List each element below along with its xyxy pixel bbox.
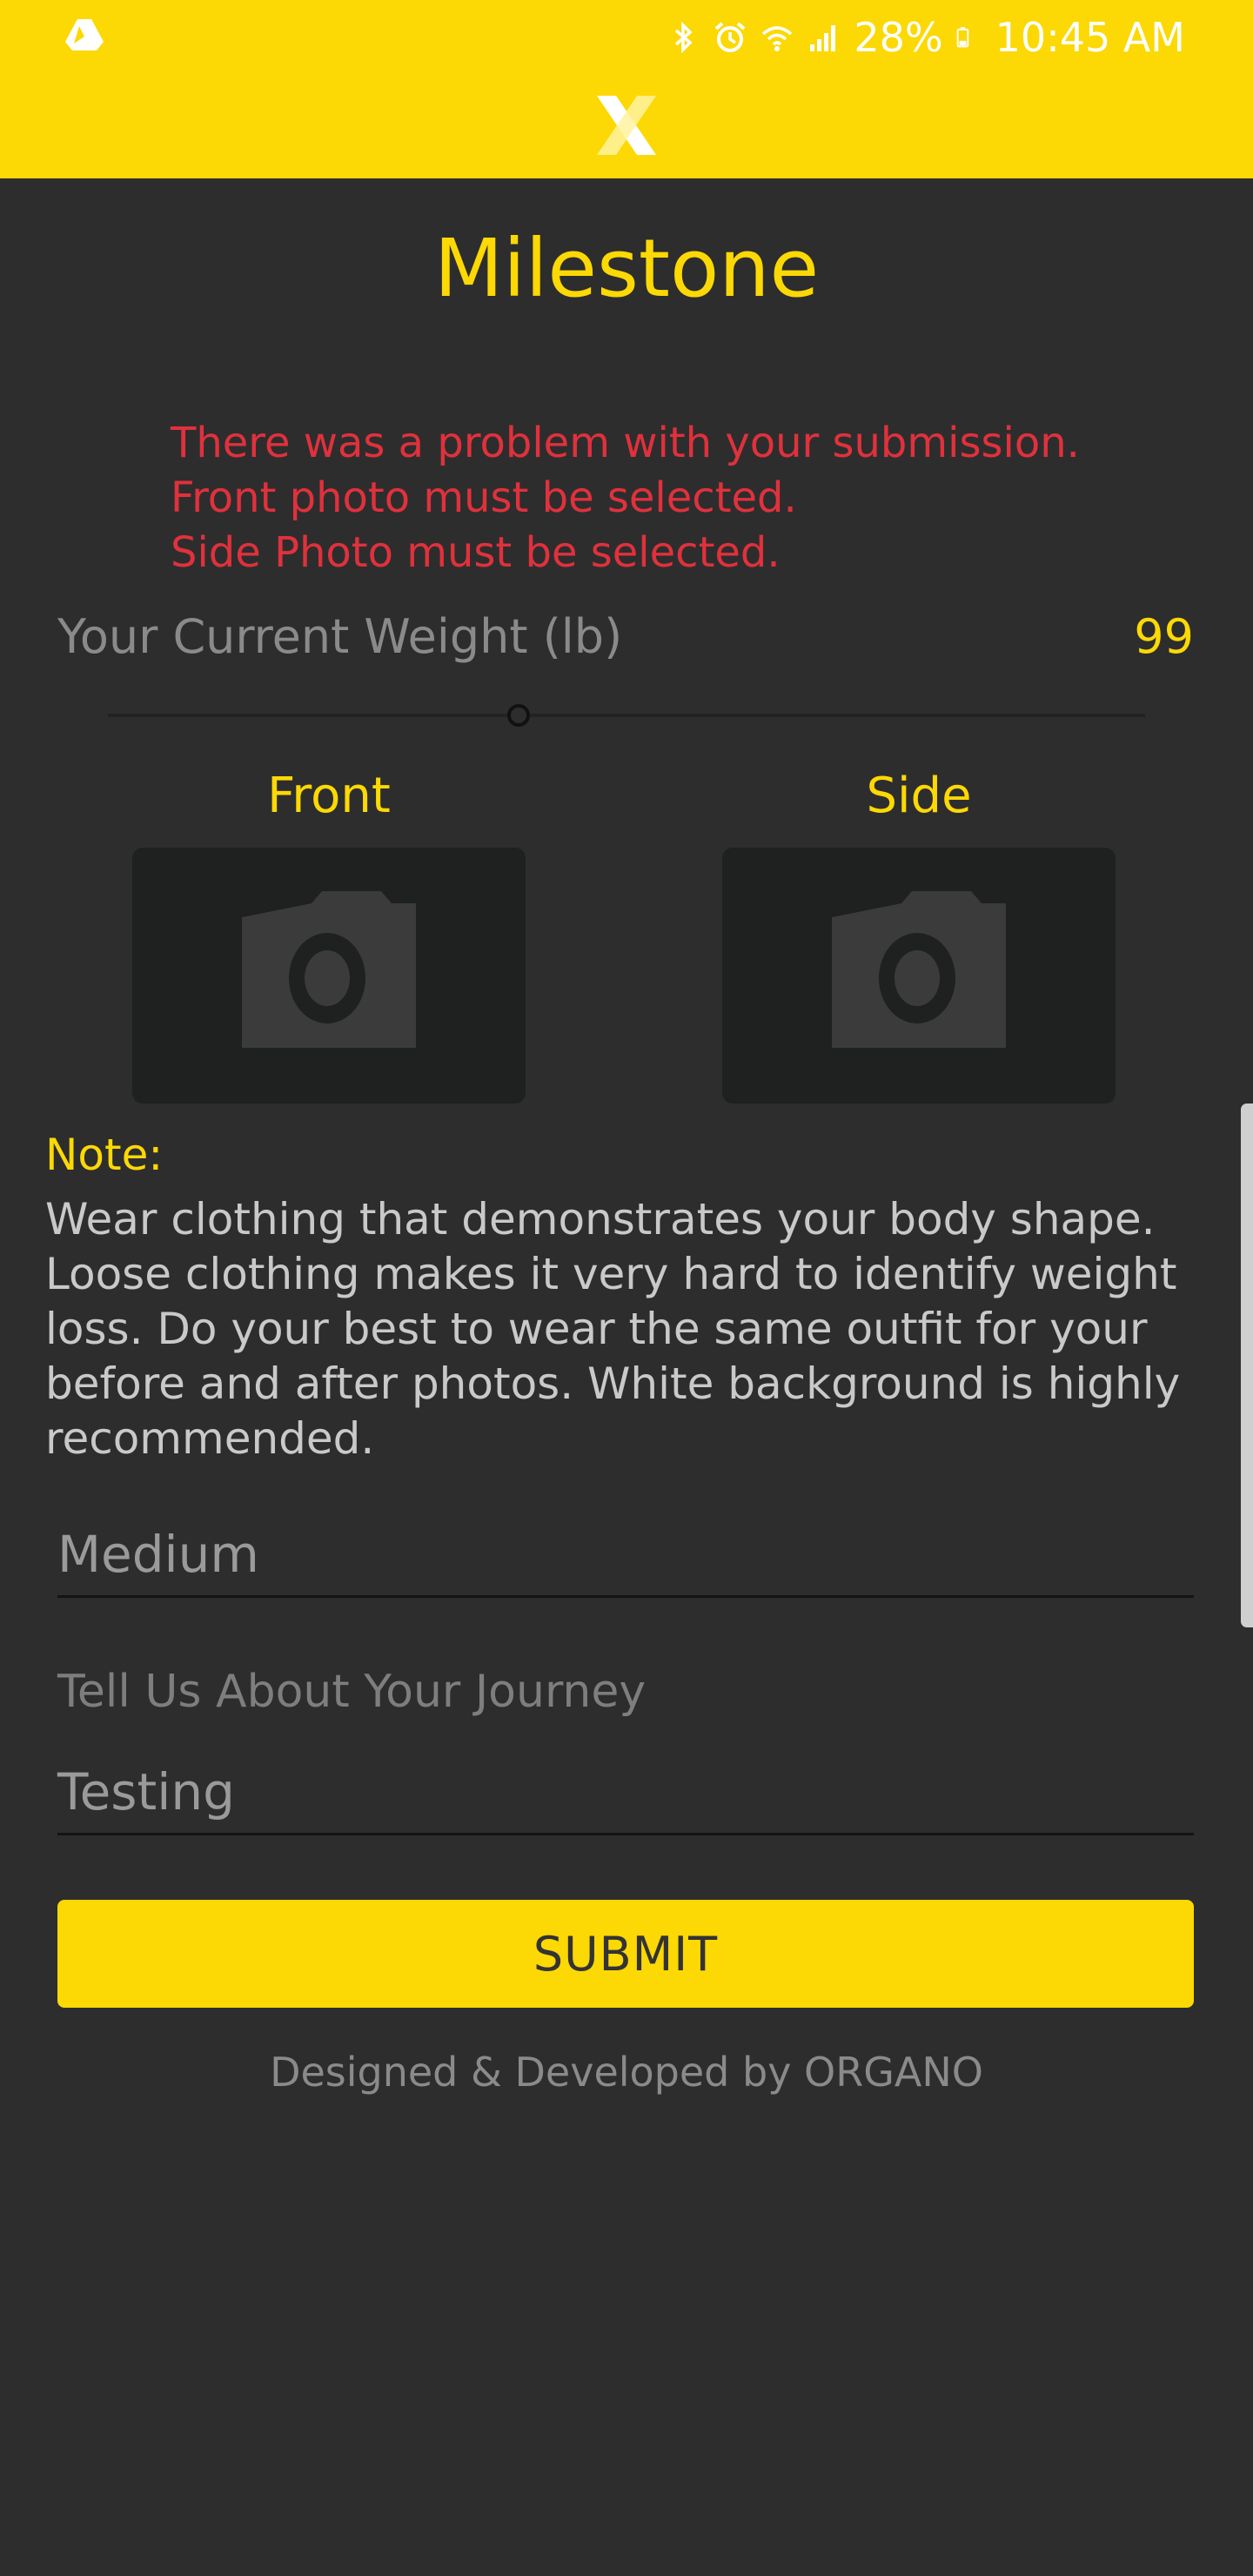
battery-percent: 28% [854,14,943,61]
weight-label: Your Current Weight (lb) [57,609,623,664]
status-icons: 28% 10:45 AM [666,7,1185,68]
app-logo [597,96,656,155]
note-text: Wear clothing that demonstrates your bod… [45,1194,1181,1464]
battery-icon [956,27,968,48]
alarm-icon [715,22,746,52]
page-title: Milestone [433,222,820,315]
signal-icon [810,25,836,51]
journey-value: Testing [57,1762,235,1821]
weight-slider-thumb[interactable] [507,704,530,727]
bluetooth-icon [675,21,693,54]
milestone-screen: 28% 10:45 AM Milestone There was a probl… [0,0,1253,2576]
error-message: There was a problem with your submission… [171,419,1080,467]
camera-icon [242,891,416,1048]
wifi-icon [762,26,793,51]
drive-icon [65,19,104,50]
clock: 10:45 AM [995,14,1185,61]
scrollbar[interactable] [1241,1104,1253,1627]
camera-icon [832,891,1006,1048]
clothing-size-value: Medium [57,1525,259,1584]
journey-label: Tell Us About Your Journey [57,1666,647,1718]
weight-value: 99 [1134,609,1194,664]
front-photo-label: Front [267,768,391,824]
submit-button[interactable]: SUBMIT [57,1900,1194,2008]
journey-input[interactable]: Testing [57,1762,1194,1835]
clothing-size-field[interactable]: Medium [57,1525,1194,1598]
side-photo-picker[interactable] [722,848,1116,1104]
error-messages: There was a problem with your submission… [171,416,1080,580]
error-message: Side Photo must be selected. [171,528,781,577]
note-label: Note: [45,1130,164,1180]
app-header: 28% 10:45 AM [0,0,1253,178]
footer-credit: Designed & Developed by ORGANO [270,2049,983,2096]
side-photo-label: Side [866,768,972,824]
weight-slider-track[interactable] [108,714,1145,717]
error-message: Front photo must be selected. [171,473,797,522]
front-photo-picker[interactable] [132,848,526,1104]
status-bar: 28% 10:45 AM [0,0,1253,73]
